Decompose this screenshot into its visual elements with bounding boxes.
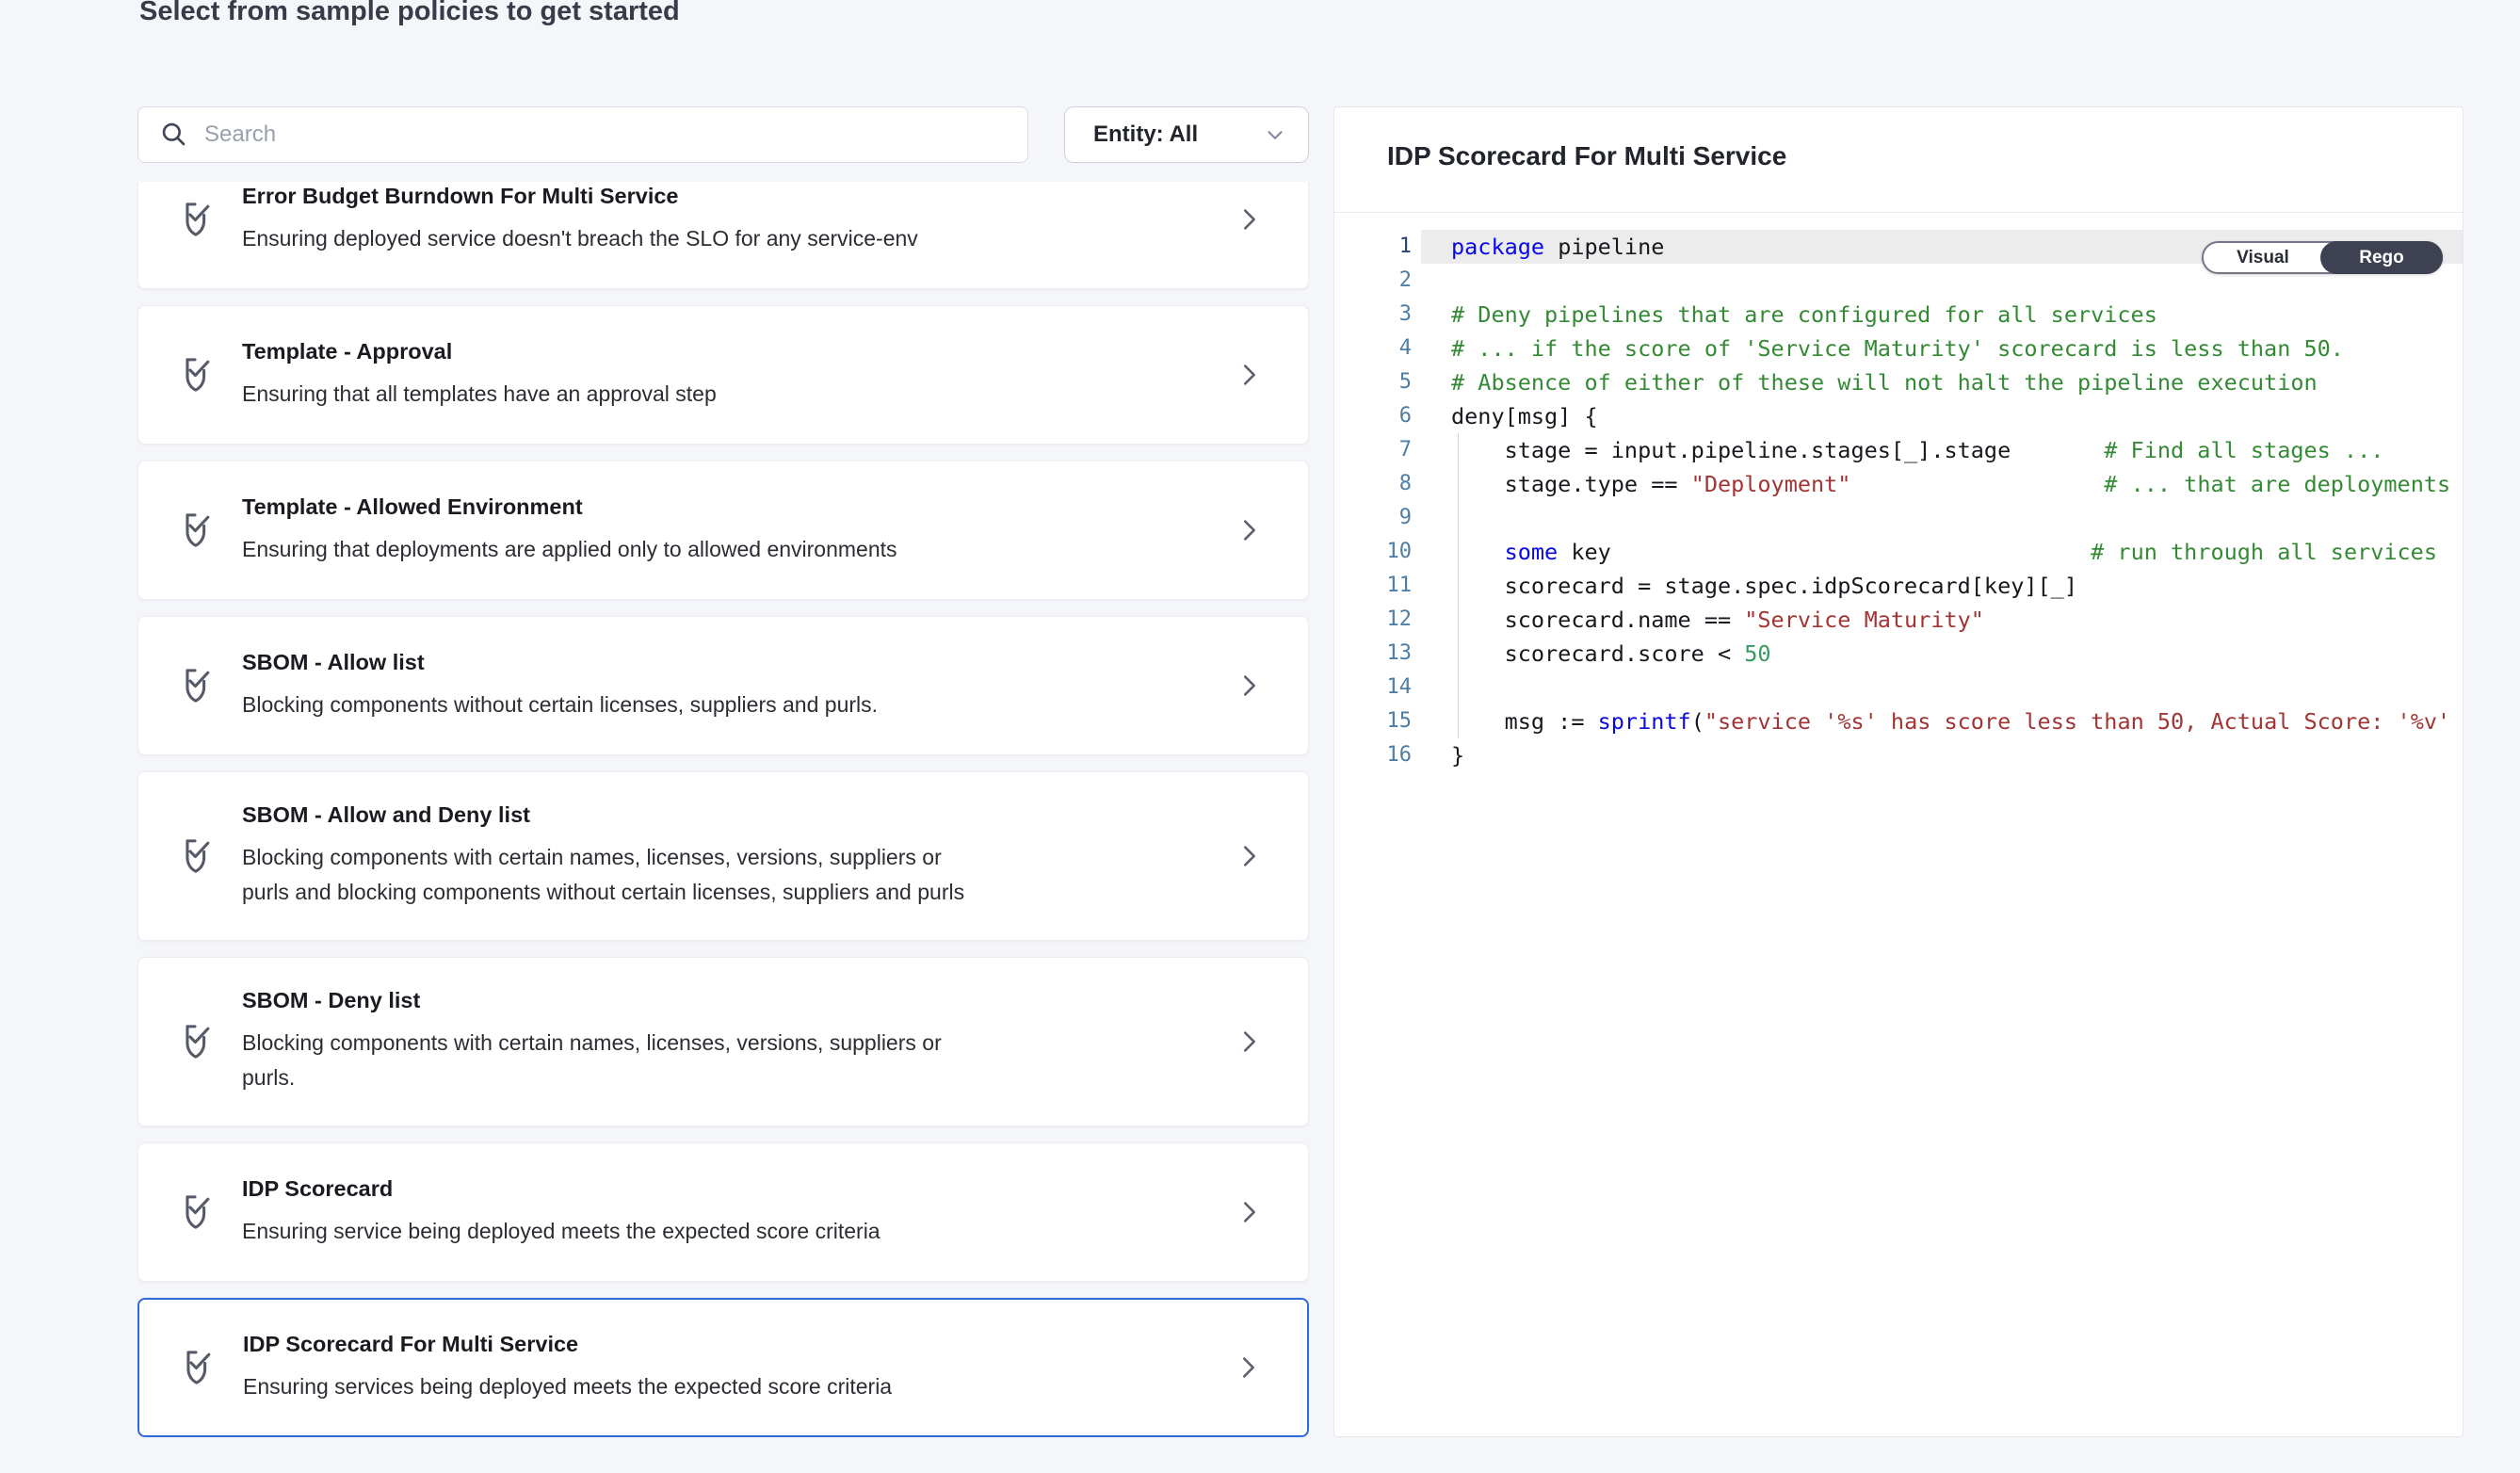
- toggle-option-visual[interactable]: Visual: [2204, 243, 2322, 272]
- policy-card[interactable]: Template - Approval Ensuring that all te…: [137, 305, 1309, 445]
- code-line: }: [1451, 738, 2463, 772]
- policy-description: Blocking components with certain names, …: [242, 840, 1212, 910]
- line-number: 8: [1334, 467, 1412, 501]
- line-number: 2: [1334, 264, 1412, 298]
- page-title: Select from sample policies to get start…: [139, 0, 680, 27]
- policy-card-text: IDP Scorecard Ensuring service being dep…: [242, 1176, 1212, 1249]
- line-number: 4: [1334, 332, 1412, 365]
- code-line: # Absence of either of these will not ha…: [1451, 365, 2463, 399]
- policy-title: IDP Scorecard For Multi Service: [243, 1332, 1211, 1357]
- code-line: stage.type == "Deployment" # ... that ar…: [1451, 467, 2463, 501]
- line-number: 9: [1334, 501, 1412, 535]
- code-line: msg := sprintf("service '%s' has score l…: [1451, 704, 2463, 738]
- policy-card-text: Template - Approval Ensuring that all te…: [242, 339, 1212, 412]
- code-line: some key # run through all services: [1451, 535, 2463, 569]
- code-line: deny[msg] {: [1451, 399, 2463, 433]
- policy-description: Ensuring service being deployed meets th…: [242, 1214, 1212, 1249]
- policy-title: SBOM - Allow and Deny list: [242, 802, 1212, 828]
- chevron-right-icon[interactable]: [1235, 670, 1263, 702]
- policy-card[interactable]: SBOM - Allow and Deny list Blocking comp…: [137, 771, 1309, 941]
- chevron-right-icon[interactable]: [1235, 359, 1263, 391]
- line-number: 7: [1334, 433, 1412, 467]
- policy-card[interactable]: IDP Scorecard For Multi Service Ensuring…: [137, 1298, 1309, 1437]
- policies-page: Select from sample policies to get start…: [0, 0, 2520, 1473]
- chevron-right-icon[interactable]: [1234, 1352, 1262, 1384]
- line-number: 6: [1334, 399, 1412, 433]
- policy-card-text: SBOM - Allow list Blocking components wi…: [242, 650, 1212, 722]
- line-number: 3: [1334, 298, 1412, 332]
- entity-filter-dropdown[interactable]: Entity: All: [1064, 106, 1309, 163]
- line-number: 13: [1334, 637, 1412, 671]
- policy-card[interactable]: Template - Allowed Environment Ensuring …: [137, 461, 1309, 600]
- shield-check-icon: [178, 351, 221, 398]
- shield-check-icon: [178, 662, 221, 709]
- shield-check-icon: [179, 1344, 222, 1391]
- entity-filter-label: Entity: All: [1093, 121, 1263, 148]
- line-number: 12: [1334, 603, 1412, 637]
- shield-check-icon: [178, 1018, 221, 1065]
- code-lines: package pipeline# Deny pipelines that ar…: [1451, 230, 2463, 772]
- policy-title: Template - Allowed Environment: [242, 494, 1212, 520]
- code-editor[interactable]: 12345678910111213141516 package pipeline…: [1334, 213, 2463, 1436]
- policy-title: Error Budget Burndown For Multi Service: [242, 184, 1212, 209]
- policy-card-text: Template - Allowed Environment Ensuring …: [242, 494, 1212, 567]
- search-icon: [159, 120, 189, 150]
- code-line: # ... if the score of 'Service Maturity'…: [1451, 332, 2463, 365]
- policy-description: Blocking components with certain names, …: [242, 1026, 1212, 1095]
- code-line: [1451, 671, 2463, 704]
- shield-check-icon: [178, 833, 221, 880]
- code-line: scorecard = stage.spec.idpScorecard[key]…: [1451, 569, 2463, 603]
- policy-card-text: IDP Scorecard For Multi Service Ensuring…: [243, 1332, 1211, 1404]
- policy-title: IDP Scorecard: [242, 1176, 1212, 1202]
- line-number: 5: [1334, 365, 1412, 399]
- policy-detail-panel: IDP Scorecard For Multi Service 12345678…: [1333, 106, 2463, 1437]
- search-box: [137, 106, 1028, 163]
- policy-description: Ensuring deployed service doesn't breach…: [242, 221, 1212, 256]
- chevron-down-icon: [1263, 122, 1287, 147]
- code-line: [1451, 501, 2463, 535]
- shield-check-icon: [178, 196, 221, 243]
- policy-description: Ensuring that all templates have an appr…: [242, 377, 1212, 412]
- chevron-right-icon[interactable]: [1235, 1196, 1263, 1228]
- policy-card[interactable]: Error Budget Burndown For Multi Service …: [137, 182, 1309, 289]
- search-input[interactable]: [202, 121, 997, 149]
- policy-card[interactable]: IDP Scorecard Ensuring service being dep…: [137, 1142, 1309, 1282]
- line-number: 15: [1334, 704, 1412, 738]
- policy-card-text: Error Budget Burndown For Multi Service …: [242, 184, 1212, 256]
- detail-title: IDP Scorecard For Multi Service: [1387, 141, 1786, 171]
- code-line: # Deny pipelines that are configured for…: [1451, 298, 2463, 332]
- policy-description: Ensuring services being deployed meets t…: [243, 1369, 1211, 1404]
- policy-card-text: SBOM - Allow and Deny list Blocking comp…: [242, 802, 1212, 910]
- policy-card[interactable]: SBOM - Allow list Blocking components wi…: [137, 616, 1309, 755]
- line-number: 11: [1334, 569, 1412, 603]
- chevron-right-icon[interactable]: [1235, 203, 1263, 235]
- shield-check-icon: [178, 507, 221, 554]
- code-gutter: 12345678910111213141516: [1334, 230, 1412, 772]
- view-toggle: Visual Rego: [2202, 241, 2443, 274]
- line-number: 14: [1334, 671, 1412, 704]
- chevron-right-icon[interactable]: [1235, 514, 1263, 546]
- policy-title: SBOM - Deny list: [242, 988, 1212, 1013]
- code-line: stage = input.pipeline.stages[_].stage #…: [1451, 433, 2463, 467]
- line-number: 10: [1334, 535, 1412, 569]
- policy-description: Ensuring that deployments are applied on…: [242, 532, 1212, 567]
- line-number: 16: [1334, 738, 1412, 772]
- policy-title: Template - Approval: [242, 339, 1212, 364]
- policy-card-text: SBOM - Deny list Blocking components wit…: [242, 988, 1212, 1095]
- code-line: scorecard.name == "Service Maturity": [1451, 603, 2463, 637]
- policy-description: Blocking components without certain lice…: [242, 688, 1212, 722]
- chevron-right-icon[interactable]: [1235, 840, 1263, 872]
- line-number: 1: [1334, 230, 1412, 264]
- policy-card[interactable]: SBOM - Deny list Blocking components wit…: [137, 957, 1309, 1126]
- toggle-option-rego[interactable]: Rego: [2320, 241, 2443, 274]
- chevron-right-icon[interactable]: [1235, 1026, 1263, 1058]
- code-line: scorecard.score < 50: [1451, 637, 2463, 671]
- policy-list[interactable]: Error Budget Burndown For Multi Service …: [137, 182, 1309, 1437]
- shield-check-icon: [178, 1189, 221, 1236]
- policy-title: SBOM - Allow list: [242, 650, 1212, 675]
